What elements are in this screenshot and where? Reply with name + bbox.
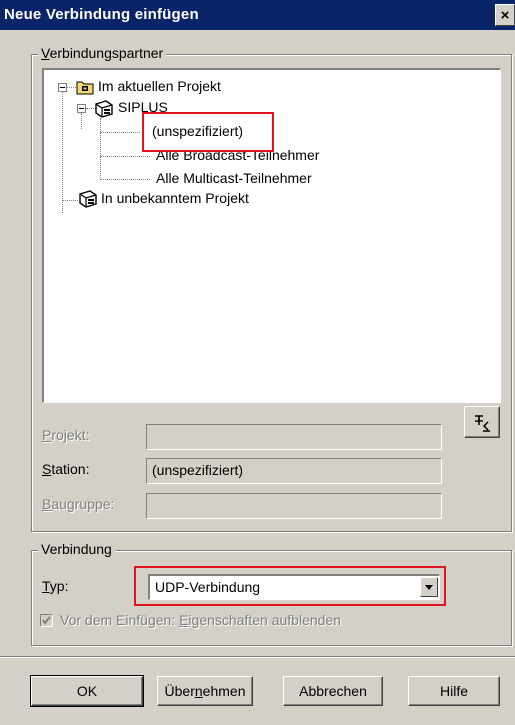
help-button[interactable]: Hilfe	[408, 676, 500, 706]
filter-icon	[472, 413, 492, 433]
folder-icon	[76, 79, 94, 98]
tree-line	[100, 179, 150, 180]
projekt-label: Projekt:	[42, 427, 90, 443]
baugruppe-label: Baugruppe:	[42, 496, 115, 512]
station-icon	[78, 190, 98, 211]
connection-group-legend: Verbindung	[38, 541, 115, 557]
highlight-box	[142, 112, 274, 152]
close-button[interactable]: ×	[495, 4, 515, 26]
projekt-field	[146, 424, 442, 450]
tree-line	[62, 87, 63, 213]
partner-tree[interactable]: Im aktuellen Projekt SIPLUS (unspezifizi…	[42, 68, 501, 403]
tree-action-button[interactable]	[464, 406, 500, 438]
tree-line	[81, 113, 82, 129]
dialog-window: Neue Verbindung einfügen × Verbindungspa…	[0, 0, 515, 725]
window-title: Neue Verbindung einfügen	[4, 6, 199, 23]
baugruppe-field	[146, 493, 442, 519]
tree-line	[100, 132, 140, 133]
tree-item-current-project[interactable]: Im aktuellen Projekt	[98, 78, 221, 94]
tree-line	[100, 118, 101, 180]
apply-button[interactable]: Übernehmen	[157, 676, 253, 706]
tree-item-multicast[interactable]: Alle Multicast-Teilnehmer	[156, 170, 312, 186]
ok-button[interactable]: OK	[30, 675, 144, 707]
cancel-button[interactable]: Abbrechen	[283, 676, 383, 706]
show-properties-label: Vor dem Einfügen: Eigenschaften aufblend…	[60, 612, 341, 628]
separator	[0, 656, 515, 658]
tree-collapse-toggle[interactable]	[58, 83, 67, 92]
show-properties-checkbox[interactable]	[40, 614, 53, 627]
title-bar: Neue Verbindung einfügen ×	[0, 0, 515, 30]
tree-item-unknown-project[interactable]: In unbekanntem Projekt	[101, 190, 249, 206]
station-label: Station:	[42, 461, 90, 477]
tree-collapse-toggle[interactable]	[77, 104, 86, 113]
tree-line	[62, 200, 78, 201]
type-label: Typ:	[42, 578, 69, 594]
close-icon: ×	[500, 7, 510, 24]
partner-group-legend: Verbindungspartner	[38, 45, 167, 61]
station-icon	[94, 100, 114, 121]
highlight-box	[134, 566, 446, 606]
tree-line	[100, 156, 150, 157]
station-field: (unspezifiziert)	[146, 458, 442, 484]
